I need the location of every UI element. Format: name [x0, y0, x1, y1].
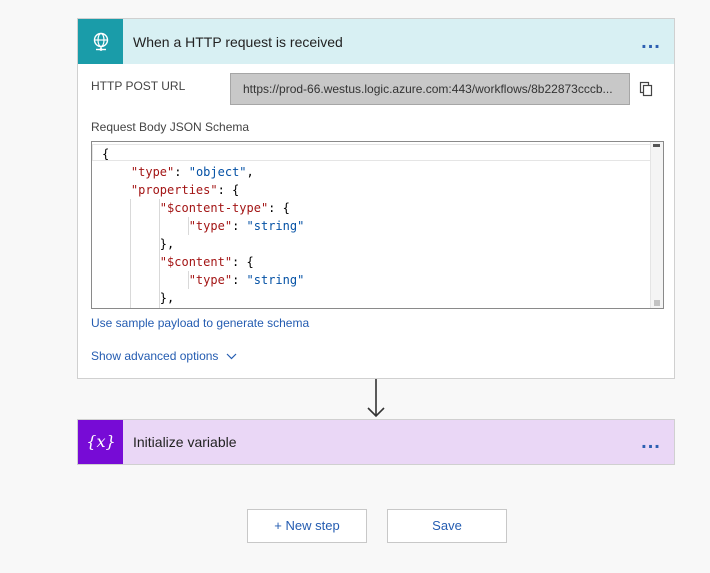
variable-title: Initialize variable: [133, 434, 237, 450]
http-post-url-field[interactable]: https://prod-66.westus.logic.azure.com:4…: [230, 73, 630, 105]
schema-code[interactable]: { "type": "object", "properties": { "$co…: [102, 145, 305, 308]
http-globe-icon: [78, 19, 123, 64]
advanced-options-label: Show advanced options: [91, 349, 219, 363]
trigger-header[interactable]: When a HTTP request is received ...: [78, 19, 674, 64]
more-dots-icon[interactable]: ...: [636, 32, 666, 52]
variable-fx-icon: {x}: [78, 420, 123, 464]
sample-payload-link[interactable]: Use sample payload to generate schema: [91, 316, 309, 330]
save-button[interactable]: Save: [387, 509, 507, 543]
http-post-url-label: HTTP POST URL: [91, 79, 186, 93]
code-line: "type": "string": [188, 273, 305, 287]
code-line: {: [102, 147, 110, 161]
scroll-thumb[interactable]: [654, 300, 660, 306]
schema-label: Request Body JSON Schema: [91, 120, 250, 134]
arrow-down-icon: [365, 378, 387, 425]
code-line: "$content-type": {: [159, 201, 290, 215]
code-line: },: [102, 291, 175, 305]
http-trigger-card[interactable]: When a HTTP request is received ... HTTP…: [77, 18, 675, 379]
code-line: "$formdata": {: [102, 307, 304, 308]
chevron-down-icon: [226, 353, 237, 360]
code-line: },: [102, 237, 175, 251]
initialize-variable-card[interactable]: {x} Initialize variable ...: [77, 419, 675, 465]
svg-text:{x}: {x}: [86, 432, 115, 451]
trigger-title: When a HTTP request is received: [133, 33, 343, 50]
editor-scrollbar[interactable]: [650, 142, 663, 308]
scroll-position-mark: [653, 144, 660, 147]
code-line: "$content": {: [159, 255, 254, 269]
schema-editor[interactable]: { "type": "object", "properties": { "$co…: [91, 141, 664, 309]
more-dots-icon[interactable]: ...: [636, 432, 666, 452]
copy-icon[interactable]: [638, 81, 654, 97]
code-line: "type": "string": [188, 219, 305, 233]
new-step-button[interactable]: + New step: [247, 509, 367, 543]
code-line: "type": "object",: [130, 165, 254, 179]
show-advanced-options-link[interactable]: Show advanced options: [91, 349, 237, 363]
variable-header[interactable]: {x} Initialize variable ...: [78, 420, 674, 464]
code-line: "properties": {: [130, 183, 240, 197]
